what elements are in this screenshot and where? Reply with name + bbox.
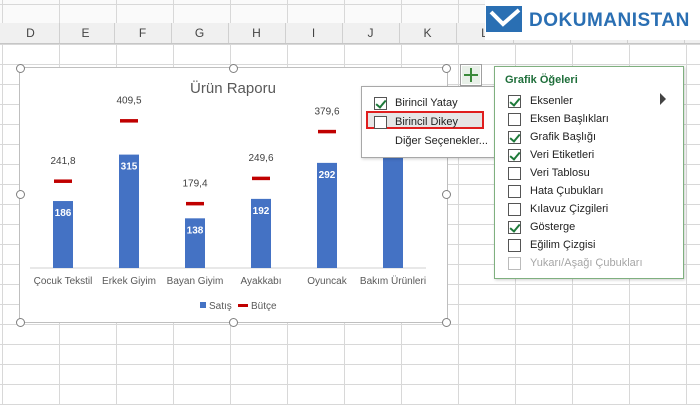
bar-data-label: 292 bbox=[319, 170, 336, 181]
resize-handle[interactable] bbox=[16, 190, 25, 199]
marker-butce bbox=[252, 176, 270, 181]
panel-item-label: Hata Çubukları bbox=[530, 185, 604, 197]
panel-item-0[interactable]: Eksenler bbox=[495, 92, 683, 110]
checkbox bbox=[508, 257, 521, 270]
panel-item-label: Eğilim Çizgisi bbox=[530, 239, 596, 251]
legend-label-satis: Satış bbox=[209, 301, 232, 312]
panel-item-2[interactable]: Grafik Başlığı bbox=[495, 128, 683, 146]
chart-elements-panel: Grafik Öğeleri Eksenler Eksen Başlıkları G… bbox=[494, 66, 684, 279]
panel-item-label: Veri Tablosu bbox=[530, 167, 590, 179]
legend-label-butce: Bütçe bbox=[251, 301, 277, 312]
panel-item-5[interactable]: Hata Çubukları bbox=[495, 182, 683, 200]
marker-butce bbox=[120, 119, 138, 123]
panel-item-6[interactable]: Kılavuz Çizgileri bbox=[495, 200, 683, 218]
panel-item-1[interactable]: Eksen Başlıkları bbox=[495, 110, 683, 128]
marker-data-label: 249,6 bbox=[248, 153, 273, 164]
panel-item-4[interactable]: Veri Tablosu bbox=[495, 164, 683, 182]
site-logo: DOKUMANISTAN bbox=[485, 0, 700, 40]
checkbox[interactable] bbox=[374, 116, 387, 129]
marker-butce bbox=[318, 129, 336, 134]
submenu-item-0[interactable]: Birincil Yatay bbox=[361, 93, 494, 113]
checkbox[interactable] bbox=[508, 131, 521, 144]
bar-data-label: 138 bbox=[187, 225, 204, 236]
resize-handle[interactable] bbox=[16, 64, 25, 73]
submenu-item-label: Birincil Dikey bbox=[395, 116, 458, 128]
category-label: Çocuk Tekstil bbox=[34, 276, 93, 287]
panel-item-label: Grafik Başlığı bbox=[530, 131, 597, 143]
submenu-item-label: Diğer Seçenekler... bbox=[395, 135, 488, 147]
bar-data-label: 192 bbox=[253, 206, 270, 217]
logo-mark-icon bbox=[486, 6, 522, 32]
marker-data-label: 409,5 bbox=[116, 96, 141, 107]
submenu-item-1[interactable]: Birincil Dikey bbox=[361, 112, 494, 132]
panel-item-label: Gösterge bbox=[530, 221, 576, 233]
column-header-e[interactable]: E bbox=[57, 23, 115, 43]
resize-handle[interactable] bbox=[442, 64, 451, 73]
category-label: Bayan Giyim bbox=[167, 276, 224, 287]
submenu-item-2[interactable]: Diğer Seçenekler... bbox=[361, 131, 494, 151]
resize-handle[interactable] bbox=[229, 64, 238, 73]
marker-data-label: 241,8 bbox=[50, 156, 75, 167]
marker-butce bbox=[186, 201, 204, 206]
category-label: Erkek Giyim bbox=[102, 276, 156, 287]
panel-item-label: Yukarı/Aşağı Çubukları bbox=[530, 257, 643, 269]
column-header-f[interactable]: F bbox=[114, 23, 172, 43]
resize-handle[interactable] bbox=[442, 318, 451, 327]
column-header-d[interactable]: D bbox=[2, 23, 60, 43]
bar-satis bbox=[383, 143, 403, 268]
panel-title: Grafik Öğeleri bbox=[505, 74, 578, 86]
marker-butce bbox=[54, 179, 72, 183]
bar-data-label: 315 bbox=[121, 162, 138, 173]
column-header-j[interactable]: J bbox=[342, 23, 400, 43]
resize-handle[interactable] bbox=[229, 318, 238, 327]
checkbox[interactable] bbox=[508, 113, 521, 126]
marker-data-label: 379,6 bbox=[314, 106, 339, 117]
legend-swatch-satis bbox=[200, 302, 206, 308]
panel-item-label: Eksen Başlıkları bbox=[530, 113, 609, 125]
legend-swatch-butce bbox=[238, 304, 248, 307]
submenu-arrow-icon[interactable] bbox=[660, 93, 666, 105]
panel-item-label: Eksenler bbox=[530, 95, 573, 107]
checkbox[interactable] bbox=[374, 97, 387, 110]
panel-item-9[interactable]: Yukarı/Aşağı Çubukları bbox=[495, 254, 683, 272]
category-label: Bakım Ürünleri bbox=[360, 275, 426, 287]
checkbox[interactable] bbox=[508, 149, 521, 162]
resize-handle[interactable] bbox=[442, 190, 451, 199]
column-header-k[interactable]: K bbox=[399, 23, 457, 43]
resize-handle[interactable] bbox=[16, 318, 25, 327]
panel-item-8[interactable]: Eğilim Çizgisi bbox=[495, 236, 683, 254]
panel-item-7[interactable]: Gösterge bbox=[495, 218, 683, 236]
bar-data-label: 186 bbox=[55, 208, 72, 219]
column-header-g[interactable]: G bbox=[171, 23, 229, 43]
column-header-i[interactable]: I bbox=[285, 23, 343, 43]
submenu-item-label: Birincil Yatay bbox=[395, 97, 458, 109]
checkbox[interactable] bbox=[508, 185, 521, 198]
category-label: Ayakkabı bbox=[241, 276, 282, 287]
checkbox[interactable] bbox=[508, 167, 521, 180]
panel-item-label: Veri Etiketleri bbox=[530, 149, 595, 161]
checkbox[interactable] bbox=[508, 95, 521, 108]
category-label: Oyuncak bbox=[307, 276, 347, 287]
chart-elements-button[interactable] bbox=[460, 64, 482, 86]
marker-data-label: 179,4 bbox=[182, 178, 207, 189]
logo-text: DOKUMANISTAN bbox=[529, 10, 690, 31]
plus-icon bbox=[462, 66, 480, 84]
checkbox[interactable] bbox=[508, 203, 521, 216]
chart-title: Ürün Raporu bbox=[190, 79, 276, 97]
column-header-h[interactable]: H bbox=[228, 23, 286, 43]
panel-item-3[interactable]: Veri Etiketleri bbox=[495, 146, 683, 164]
panel-item-label: Kılavuz Çizgileri bbox=[530, 203, 609, 215]
checkbox[interactable] bbox=[508, 239, 521, 252]
checkbox[interactable] bbox=[508, 221, 521, 234]
